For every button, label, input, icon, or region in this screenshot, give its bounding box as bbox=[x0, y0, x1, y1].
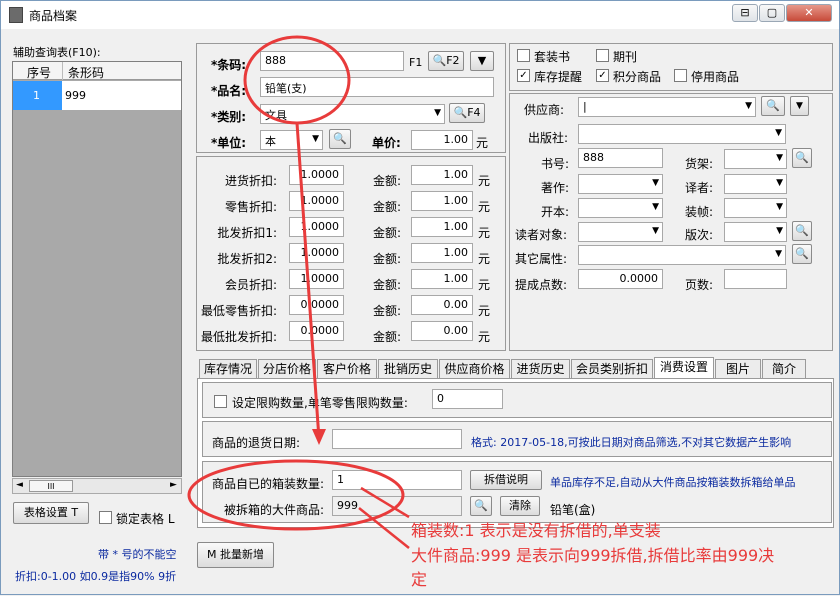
annotation-line-1: 箱装数:1 表示是没有拆借的,单支装 bbox=[411, 521, 661, 540]
annotation-arrow-line bbox=[295, 122, 321, 440]
annotation-circle-barcode bbox=[243, 35, 351, 125]
annotation-overlay bbox=[187, 35, 410, 549]
product-archive-window: 商品档案 ⊟ ▢ ✕ 辅助查询表(F10): 序号 条形码 1 999 ◄ II… bbox=[0, 0, 840, 595]
annotation-arrow-head bbox=[312, 429, 326, 445]
annotation-line-2: 大件商品:999 是表示向999拆借,拆借比率由999决 bbox=[411, 546, 775, 565]
annotation-line-3: 定 bbox=[411, 570, 428, 589]
